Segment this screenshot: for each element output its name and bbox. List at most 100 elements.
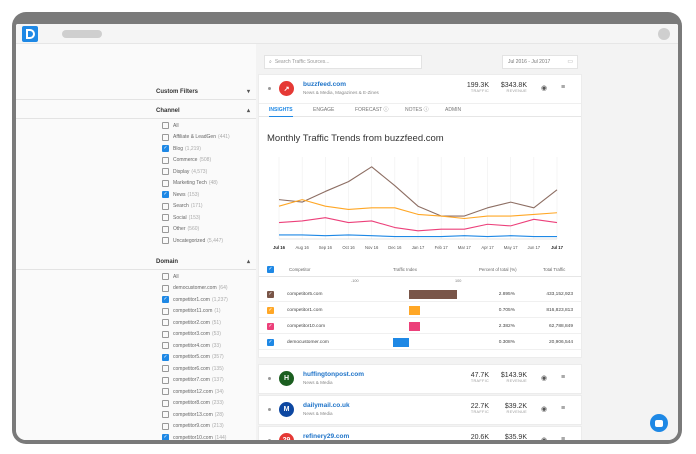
domain-filter-list: All democustomer.com (64) ✓ competitor1.com(…	[162, 271, 256, 440]
eye-off-icon[interactable]: ◉	[541, 84, 547, 92]
menu-icon[interactable]: ≡	[561, 405, 565, 412]
channel-filter-item[interactable]: Marketing Tech (48)	[162, 178, 256, 190]
primary-site-row[interactable]: ↗ buzzfeed.com News & Media, Magazines &…	[259, 75, 581, 103]
channel-filter-item[interactable]: Affiliate & LeadGen (441)	[162, 132, 256, 144]
site-card[interactable]: Hhuffingtonpost.com News & Media 47.7K TRAF…	[258, 364, 582, 394]
domain-checkbox[interactable]	[162, 342, 169, 350]
channel-header[interactable]: Channel ▴	[16, 103, 256, 119]
channel-filter-item[interactable]: Other (560)	[162, 224, 256, 236]
site-name[interactable]: dailymail.co.uk	[303, 402, 350, 409]
menu-icon[interactable]: ≡	[561, 436, 565, 440]
domain-filter-item[interactable]: ✓ competitor10.com (144)	[162, 432, 256, 440]
site-card[interactable]: 29refinery29.comArts & Entertainment, Fa…	[258, 426, 582, 440]
channel-filter-item[interactable]: All	[162, 120, 256, 132]
table-row[interactable]: ✓ democustomer.com 0.308% 20,906,544	[259, 335, 581, 350]
row-checkbox[interactable]: ✓	[267, 307, 274, 314]
tab-notes[interactable]: NOTES ⓘ	[405, 104, 429, 117]
expand-dot	[268, 87, 271, 90]
scale-min: -100	[351, 279, 359, 283]
domain-filter-item[interactable]: All	[162, 271, 256, 283]
domain-checkbox[interactable]	[162, 330, 169, 338]
tab-admin[interactable]: ADMIN	[445, 104, 461, 117]
avatar[interactable]	[658, 28, 670, 40]
channel-checkbox[interactable]	[162, 202, 169, 210]
domain-checkbox[interactable]: ✓	[162, 353, 169, 361]
channel-filter-item[interactable]: Social (153)	[162, 212, 256, 224]
channel-checkbox[interactable]	[162, 237, 169, 245]
domain-checkbox[interactable]	[162, 376, 169, 384]
revenue-label: REVENUE	[506, 89, 527, 93]
tab-engage[interactable]: ENGAGE	[313, 104, 334, 117]
channel-checkbox[interactable]	[162, 133, 169, 141]
channel-filter-item[interactable]: Display (4,573)	[162, 166, 256, 178]
domain-filter-item[interactable]: competitor2.com (51)	[162, 317, 256, 329]
custom-filters-label: Custom Filters	[156, 89, 199, 95]
domain-filter-item[interactable]: competitor3.com (53)	[162, 329, 256, 341]
eye-off-icon[interactable]: ◉	[541, 436, 547, 440]
domain-filter-item[interactable]: competitor4.com (33)	[162, 340, 256, 352]
domain-filter-item[interactable]: ✓ competitor1.com (1,237)	[162, 294, 256, 306]
eye-off-icon[interactable]: ◉	[541, 405, 547, 413]
domain-checkbox[interactable]: ✓	[162, 434, 169, 440]
channel-filter-item[interactable]: Search (171)	[162, 201, 256, 213]
x-tick-label: Sep 16	[319, 245, 333, 250]
domain-checkbox[interactable]	[162, 284, 169, 292]
domain-filter-item[interactable]: competitor7.com (137)	[162, 375, 256, 387]
date-range-picker[interactable]: Jul 2016 - Jul 2017 ▭	[502, 55, 578, 69]
channel-checkbox[interactable]	[162, 214, 169, 222]
domain-filter-item[interactable]: competitor8.com (233)	[162, 398, 256, 410]
tab-insights[interactable]: INSIGHTS	[269, 104, 293, 117]
domain-checkbox[interactable]	[162, 388, 169, 396]
domain-filter-item[interactable]: competitor13.com (28)	[162, 409, 256, 421]
domain-checkbox[interactable]	[162, 307, 169, 315]
domain-filter-item[interactable]: competitor11.com (1)	[162, 306, 256, 318]
domain-filter-item[interactable]: democustomer.com (64)	[162, 283, 256, 295]
channel-checkbox[interactable]	[162, 179, 169, 187]
channel-checkbox[interactable]	[162, 168, 169, 176]
domain-filter-item[interactable]: competitor6.com (135)	[162, 363, 256, 375]
site-card[interactable]: Mdailymail.co.uk News & Media 22.7K TRAFFIC…	[258, 395, 582, 425]
domain-checkbox[interactable]: ✓	[162, 296, 169, 304]
chat-button[interactable]	[650, 414, 668, 432]
channel-checkbox[interactable]	[162, 122, 169, 130]
site-name[interactable]: huffingtonpost.com	[303, 371, 364, 378]
domain-checkbox[interactable]	[162, 411, 169, 419]
site-name[interactable]: refinery29.com	[303, 433, 349, 440]
menu-icon[interactable]: ≡	[561, 84, 565, 91]
domain-filter-count: (64)	[218, 285, 228, 292]
domain-checkbox[interactable]	[162, 273, 169, 281]
domain-filter-label: competitor6.com	[173, 365, 210, 372]
custom-filters-header[interactable]: Custom Filters ▾	[16, 84, 256, 100]
channel-checkbox[interactable]: ✓	[162, 191, 169, 199]
channel-filter-item[interactable]: Commerce (508)	[162, 155, 256, 167]
channel-filter-item[interactable]: Uncategorized (5,447)	[162, 235, 256, 247]
domain-filter-item[interactable]: ✓ competitor5.com (357)	[162, 352, 256, 364]
domain-checkbox[interactable]	[162, 422, 169, 430]
search-placeholder: Search Traffic Sources...	[274, 59, 330, 65]
channel-checkbox[interactable]	[162, 225, 169, 233]
domain-checkbox[interactable]	[162, 319, 169, 327]
domain-filter-label: competitor3.com	[173, 331, 210, 338]
tab-forecast[interactable]: FORECAST ⓘ	[355, 104, 389, 117]
search-input[interactable]: ⌕ Search Traffic Sources...	[264, 55, 422, 69]
channel-checkbox[interactable]: ✓	[162, 145, 169, 153]
channel-filter-item[interactable]: ✓ Blog (1,219)	[162, 143, 256, 155]
row-checkbox[interactable]: ✓	[267, 339, 274, 346]
table-row[interactable]: ✓ competitor10.com 2.382% 62,788,849	[259, 319, 581, 334]
channel-checkbox[interactable]	[162, 156, 169, 164]
domain-checkbox[interactable]	[162, 399, 169, 407]
channel-filter-item[interactable]: ✓ News (153)	[162, 189, 256, 201]
eye-off-icon[interactable]: ◉	[541, 374, 547, 382]
table-row[interactable]: ✓ competitor1.com 0.705% 816,823,813	[259, 303, 581, 318]
domain-filter-item[interactable]: competitor12.com (34)	[162, 386, 256, 398]
domain-checkbox[interactable]	[162, 365, 169, 373]
row-checkbox[interactable]: ✓	[267, 291, 274, 298]
domain-header[interactable]: Domain ▴	[16, 254, 256, 270]
row-checkbox[interactable]: ✓	[267, 323, 274, 330]
site-name[interactable]: buzzfeed.com	[303, 81, 346, 88]
domain-filter-item[interactable]: competitor9.com (213)	[162, 421, 256, 433]
select-all-checkbox[interactable]: ✓	[267, 266, 274, 273]
menu-icon[interactable]: ≡	[561, 374, 565, 381]
site-logo: 29	[279, 433, 294, 440]
table-row[interactable]: ✓ competitor5.com 2.895% 433,152,923	[259, 287, 581, 302]
